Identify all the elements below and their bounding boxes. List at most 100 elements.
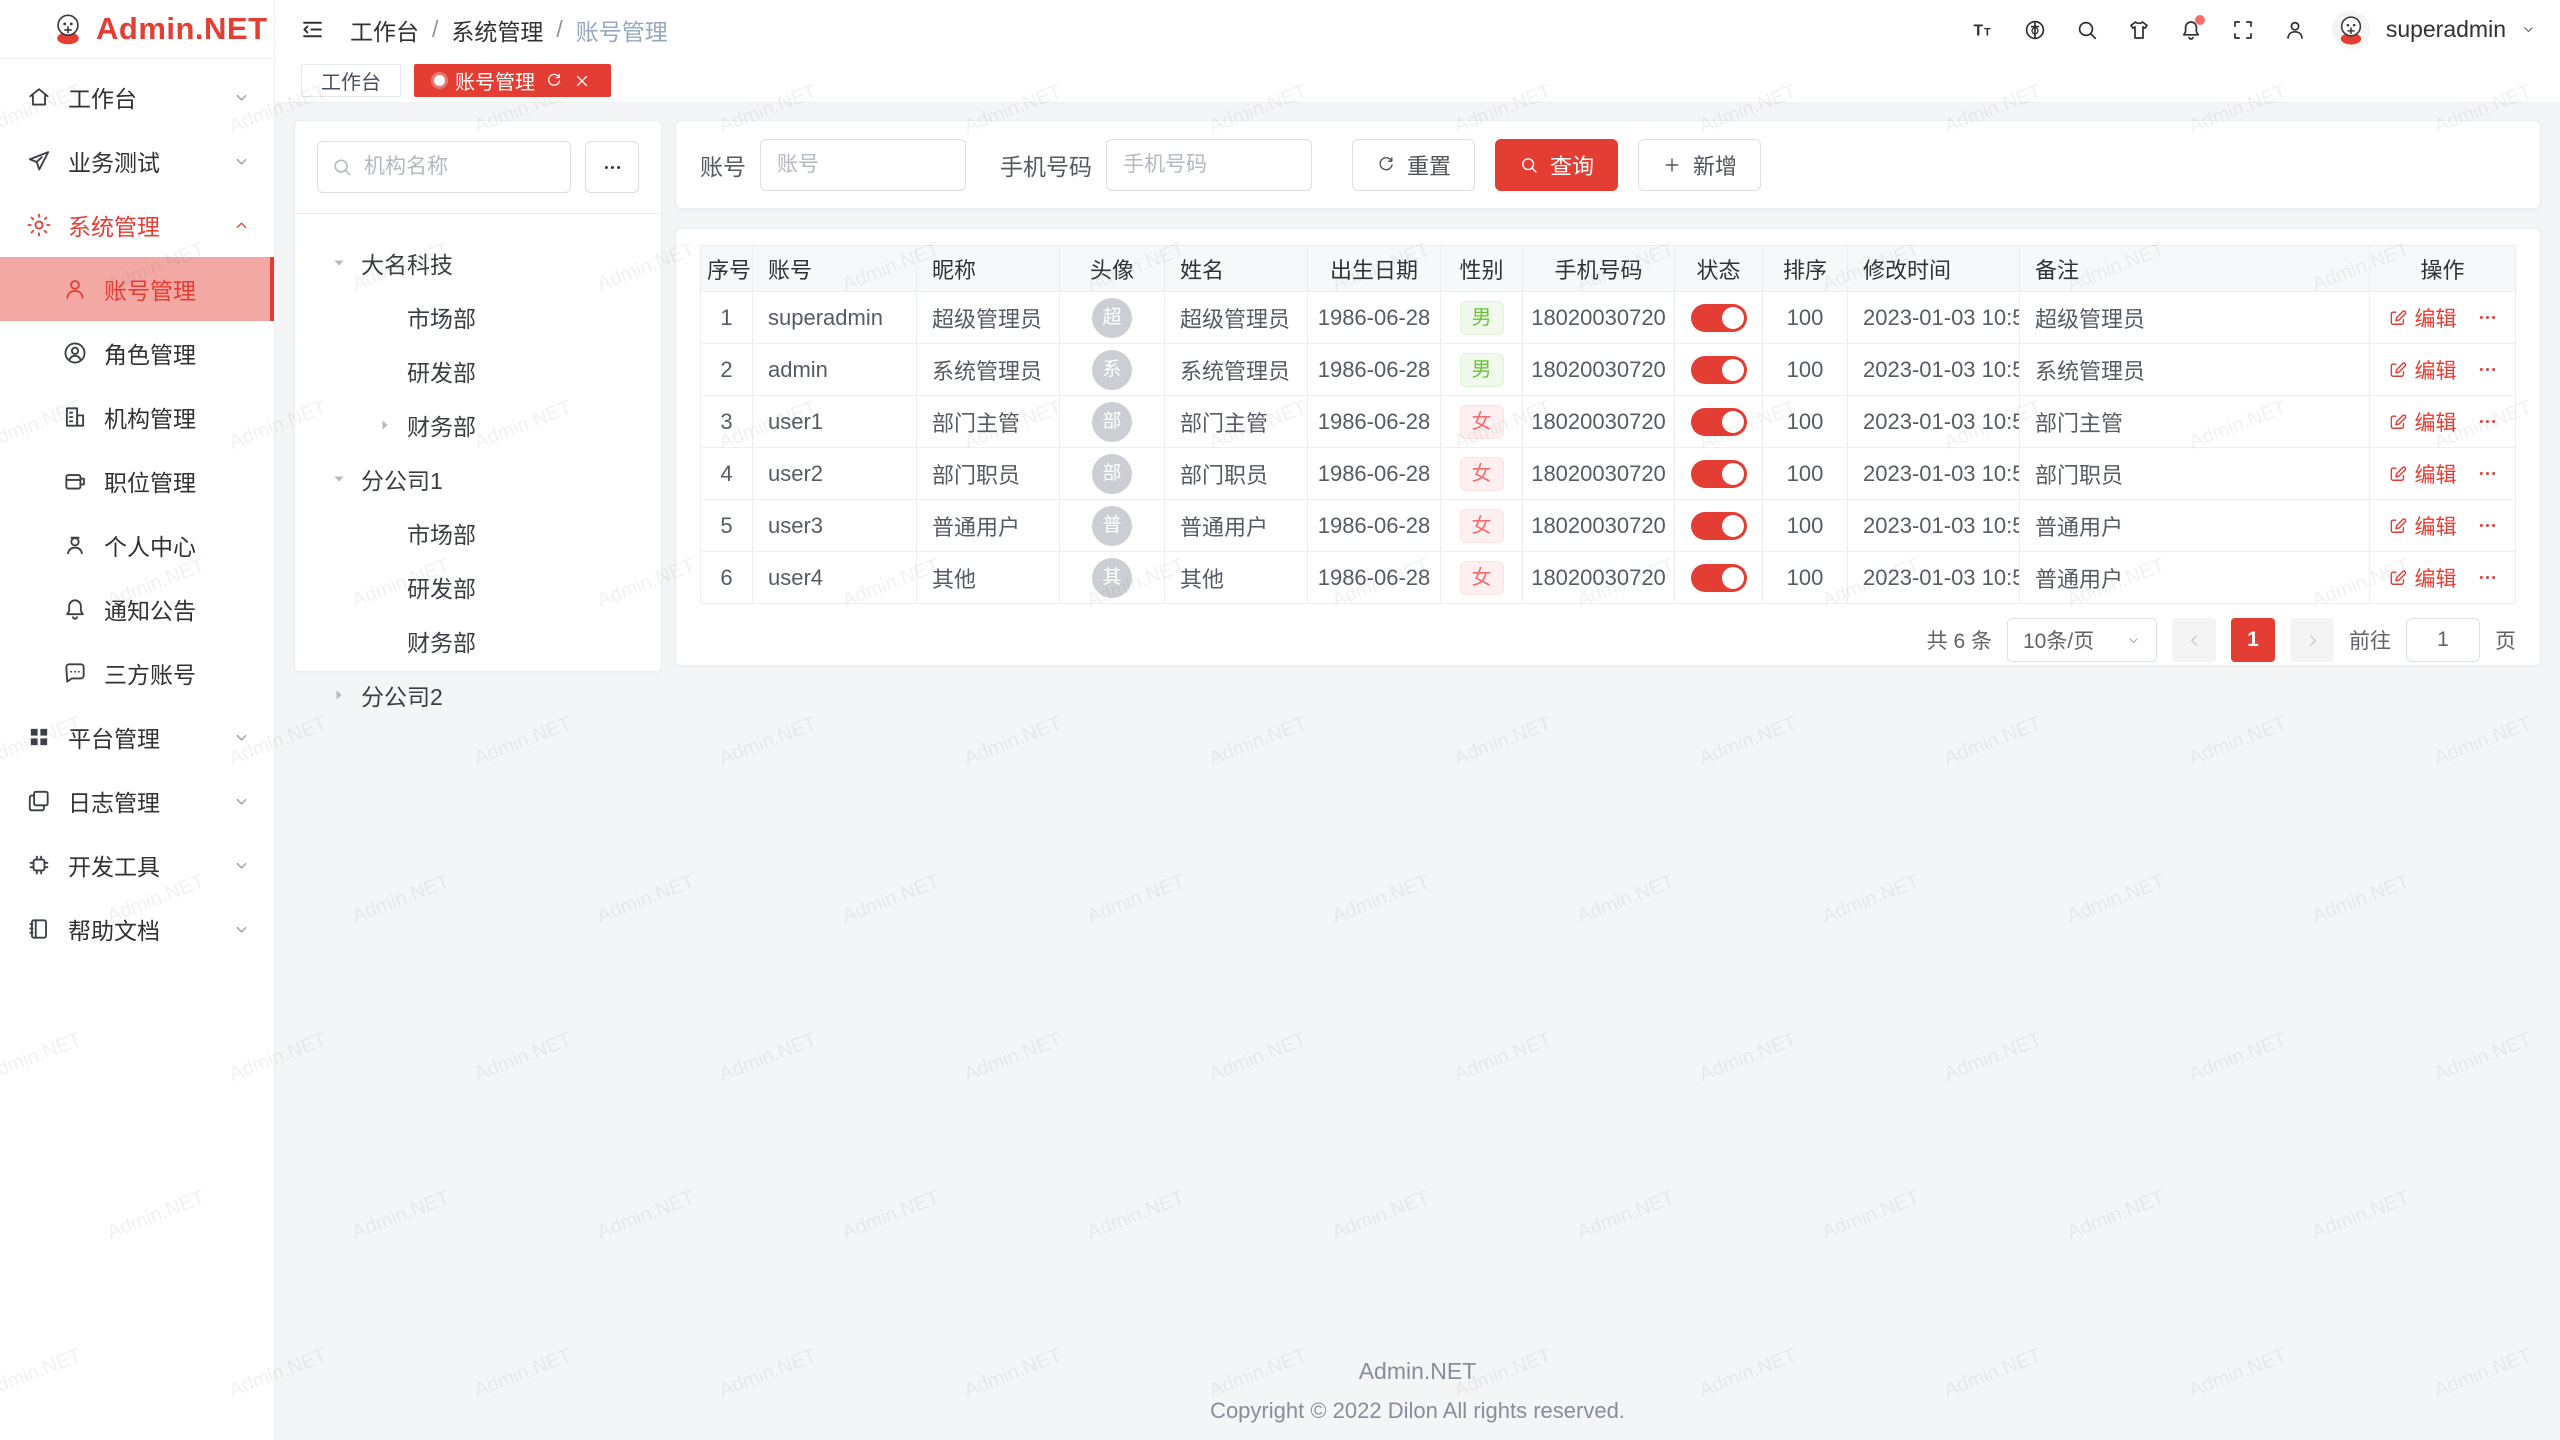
cell-name: 部门主管 — [1165, 396, 1308, 448]
edit-icon — [2388, 516, 2408, 536]
search-button[interactable] — [2064, 7, 2110, 53]
svg-text:T: T — [1984, 26, 1991, 38]
sidebar-item-notice[interactable]: 通知公告 — [0, 577, 274, 641]
org-search-input[interactable] — [317, 141, 571, 193]
caret-down-icon[interactable] — [331, 471, 361, 487]
status-toggle[interactable] — [1691, 460, 1747, 488]
tab-workbench[interactable]: 工作台 — [301, 64, 401, 97]
cell-sort: 100 — [1763, 552, 1848, 604]
sidebar-item-personal-center[interactable]: 个人中心 — [0, 513, 274, 577]
cell-sort: 100 — [1763, 344, 1848, 396]
phone-filter-input[interactable] — [1106, 139, 1312, 191]
sidebar-item-third-party-account[interactable]: 三方账号 — [0, 641, 274, 705]
account-filter-input[interactable] — [760, 139, 966, 191]
table-row: 3user1部门主管部部门主管1986-06-28女18020030720100… — [701, 396, 2516, 448]
sidebar-item-business-test[interactable]: 业务测试 — [0, 129, 274, 193]
sidebar-item-position-mgmt[interactable]: 职位管理 — [0, 449, 274, 513]
tree-node[interactable]: 市场部 — [317, 290, 639, 344]
status-toggle[interactable] — [1691, 356, 1747, 384]
sidebar-item-org-mgmt[interactable]: 机构管理 — [0, 385, 274, 449]
page-size-select[interactable]: 10条/页 — [2007, 618, 2157, 662]
sidebar-item-dev-tools[interactable]: 开发工具 — [0, 833, 274, 897]
more-actions-button[interactable] — [2477, 567, 2498, 588]
sidebar-item-system-mgmt[interactable]: 系统管理 — [0, 193, 274, 257]
caret-down-icon[interactable] — [331, 255, 361, 271]
tree-node[interactable]: 研发部 — [317, 344, 639, 398]
chevron-down-icon — [2126, 633, 2141, 648]
cell-gender: 男 — [1441, 344, 1523, 396]
edit-button[interactable]: 编辑 — [2388, 407, 2457, 437]
more-actions-button[interactable] — [2477, 307, 2498, 328]
cell-remark: 系统管理员 — [2020, 344, 2370, 396]
profile-button[interactable] — [2272, 7, 2318, 53]
sidebar-item-label: 帮助文档 — [68, 912, 233, 946]
breadcrumb-item[interactable]: 工作台 — [350, 13, 419, 47]
status-toggle[interactable] — [1691, 408, 1747, 436]
status-toggle[interactable] — [1691, 512, 1747, 540]
tree-node[interactable]: 研发部 — [317, 560, 639, 614]
close-icon[interactable] — [573, 72, 591, 90]
cell-gender: 男 — [1441, 292, 1523, 344]
sidebar-item-platform-mgmt[interactable]: 平台管理 — [0, 705, 274, 769]
more-actions-button[interactable] — [2477, 515, 2498, 536]
table-row: 2admin系统管理员系系统管理员1986-06-28男180200307201… — [701, 344, 2516, 396]
caret-right-icon[interactable] — [331, 687, 361, 703]
language-button[interactable] — [2012, 7, 2058, 53]
sidebar-menu: 工作台业务测试系统管理账号管理角色管理机构管理职位管理个人中心通知公告三方账号平… — [0, 59, 274, 961]
goto-page-input[interactable] — [2406, 618, 2480, 662]
sidebar-item-help-docs[interactable]: 帮助文档 — [0, 897, 274, 961]
more-actions-button[interactable] — [2477, 463, 2498, 484]
footer-copyright: Copyright © 2022 Dilon All rights reserv… — [275, 1398, 2560, 1424]
cell-no: 3 — [701, 396, 753, 448]
tree-node[interactable]: 分公司1 — [317, 452, 639, 506]
edit-button[interactable]: 编辑 — [2388, 355, 2457, 385]
sidebar-item-workbench[interactable]: 工作台 — [0, 65, 274, 129]
status-toggle[interactable] — [1691, 304, 1747, 332]
tree-node[interactable]: 财务部 — [317, 614, 639, 668]
edit-button[interactable]: 编辑 — [2388, 563, 2457, 593]
edit-button[interactable]: 编辑 — [2388, 303, 2457, 333]
tree-node[interactable]: 市场部 — [317, 506, 639, 560]
theme-button[interactable] — [2116, 7, 2162, 53]
search-icon — [331, 156, 353, 178]
query-button[interactable]: 查询 — [1495, 139, 1618, 191]
cell-no: 2 — [701, 344, 753, 396]
tab-account-mgmt[interactable]: 账号管理 — [414, 64, 611, 97]
more-actions-button[interactable] — [2477, 411, 2498, 432]
column-header-modified: 修改时间 — [1848, 246, 2020, 292]
more-actions-button[interactable] — [2477, 359, 2498, 380]
sidebar-item-role-mgmt[interactable]: 角色管理 — [0, 321, 274, 385]
prev-page-button[interactable] — [2172, 618, 2216, 662]
user-icon — [62, 276, 88, 302]
status-toggle[interactable] — [1691, 564, 1747, 592]
edit-label: 编辑 — [2415, 407, 2457, 437]
page-number-1[interactable]: 1 — [2231, 618, 2275, 662]
refresh-icon[interactable] — [545, 72, 563, 90]
edit-button[interactable]: 编辑 — [2388, 459, 2457, 489]
accounts-table-card: 序号账号昵称头像姓名出生日期性别手机号码状态排序修改时间备注操作 1supera… — [675, 228, 2541, 666]
cell-account: user2 — [753, 448, 917, 500]
font-size-button[interactable]: TT — [1960, 7, 2006, 53]
fullscreen-button[interactable] — [2220, 7, 2266, 53]
tree-node[interactable]: 分公司2 — [317, 668, 639, 722]
sidebar-item-log-mgmt[interactable]: 日志管理 — [0, 769, 274, 833]
username[interactable]: superadmin — [2386, 16, 2506, 43]
menu-fold-icon[interactable] — [299, 16, 326, 43]
tree-node[interactable]: 财务部 — [317, 398, 639, 452]
sidebar-item-account-mgmt[interactable]: 账号管理 — [0, 257, 274, 321]
notifications-button[interactable] — [2168, 7, 2214, 53]
active-tab-dot — [434, 75, 445, 86]
breadcrumb-item[interactable]: 系统管理 — [451, 13, 543, 47]
add-button[interactable]: 新增 — [1638, 139, 1761, 191]
org-more-button[interactable] — [585, 141, 639, 193]
user-avatar[interactable] — [2332, 11, 2370, 49]
cell-name: 系统管理员 — [1165, 344, 1308, 396]
tree-node-label: 市场部 — [407, 300, 476, 334]
reset-button[interactable]: 重置 — [1352, 139, 1475, 191]
tree-node[interactable]: 大名科技 — [317, 236, 639, 290]
caret-right-icon[interactable] — [377, 417, 407, 433]
next-page-button[interactable] — [2290, 618, 2334, 662]
edit-button[interactable]: 编辑 — [2388, 511, 2457, 541]
edit-icon — [2388, 464, 2408, 484]
cell-status — [1675, 500, 1763, 552]
